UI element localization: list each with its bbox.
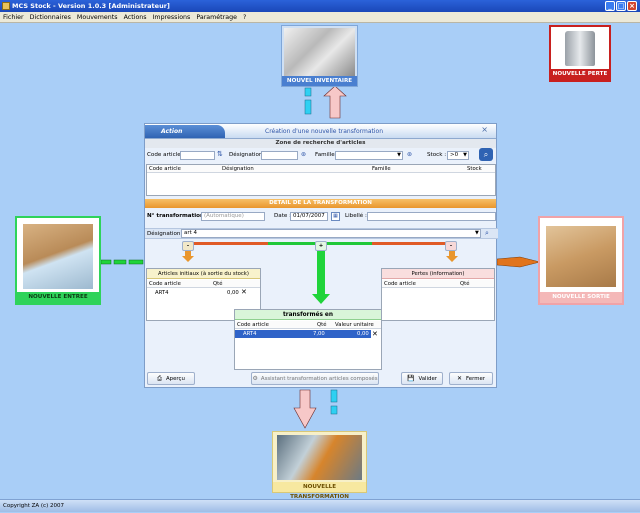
open-box-image	[23, 224, 93, 289]
wizard-icon: ⚙	[252, 375, 258, 382]
row-valeur: 0,00	[357, 331, 369, 337]
tile-caption: NOUVELLE PERTE	[551, 69, 609, 80]
apercu-button[interactable]: ⎙ Aperçu	[147, 372, 195, 385]
preview-icon: ⎙	[157, 375, 162, 382]
valider-label: Valider	[418, 376, 437, 382]
transformed-panel: transformés en Code article Qté Valeur u…	[234, 309, 382, 370]
tile-caption: NOUVELLE ENTREE	[17, 292, 99, 303]
col-code-article: Code article	[149, 281, 181, 287]
tile-nouvelle-perte[interactable]: NOUVELLE PERTE	[549, 25, 611, 82]
assistant-label: Assistant transformation articles compos…	[260, 376, 378, 382]
row-code: ART4	[155, 290, 169, 296]
tile-caption: NOUVELLE TRANSFORMATION	[273, 482, 366, 500]
closed-box-image	[546, 226, 616, 287]
row-qte: 7,00	[313, 331, 325, 337]
tile-caption: NOUVEL INVENTAIRE	[282, 76, 357, 86]
inventory-image	[284, 28, 355, 76]
fermer-button[interactable]: ✕ Fermer	[449, 372, 493, 385]
loss-panel-title: Pertes (information)	[382, 269, 494, 279]
trash-can-icon	[565, 31, 595, 66]
tile-nouvelle-entree[interactable]: NOUVELLE ENTREE	[15, 216, 101, 305]
loss-panel: Pertes (information) Code article Qté	[381, 268, 495, 321]
tile-nouvelle-sortie[interactable]: NOUVELLE SORTIE	[538, 216, 624, 305]
col-qte: Qté	[213, 281, 223, 287]
initial-panel-title: Articles initiaux (à sortie du stock)	[147, 269, 260, 279]
copyright-text: Copyright ZA (c) 2007	[3, 503, 64, 509]
assistant-button[interactable]: ⚙ Assistant transformation articles compo…	[251, 372, 379, 385]
row-code: ART4	[243, 331, 257, 337]
tile-caption: NOUVELLE SORTIE	[540, 292, 622, 303]
col-qte: Qté	[460, 281, 470, 287]
row-qte: 0,00	[227, 290, 239, 296]
apercu-label: Aperçu	[165, 376, 185, 382]
tile-nouvelle-transformation[interactable]: NOUVELLE TRANSFORMATION	[272, 431, 367, 500]
transformed-table[interactable]: Code article Qté Valeur unitaire HT ART4…	[235, 321, 381, 369]
col-code-article: Code article	[237, 322, 269, 328]
tile-nouvel-inventaire[interactable]: NOUVEL INVENTAIRE	[281, 25, 358, 87]
delete-icon[interactable]: ✕	[372, 330, 378, 338]
col-qte: Qté	[317, 322, 327, 328]
loss-table[interactable]: Code article Qté	[382, 280, 494, 320]
col-code-article: Code article	[384, 281, 416, 287]
status-bar: Copyright ZA (c) 2007	[0, 499, 640, 512]
loss-table-header: Code article Qté	[382, 280, 494, 288]
factory-image	[277, 435, 362, 480]
table-row[interactable]: ART4 0,00 ✕	[147, 289, 260, 297]
close-icon: ✕	[456, 375, 462, 382]
transformed-table-header: Code article Qté Valeur unitaire HT	[235, 321, 381, 336]
fermer-label: Fermer	[466, 376, 486, 382]
save-icon: 💾	[406, 375, 415, 382]
initial-table-header: Code article Qté	[147, 280, 260, 288]
valider-button[interactable]: 💾 Valider	[401, 372, 443, 385]
table-row[interactable]: ART4 7,00 0,00	[235, 330, 371, 338]
delete-icon[interactable]: ✕	[241, 289, 247, 296]
transformed-panel-title: transformés en	[235, 310, 381, 320]
transformation-dialog: Action Création d'une nouvelle transform…	[144, 123, 498, 388]
